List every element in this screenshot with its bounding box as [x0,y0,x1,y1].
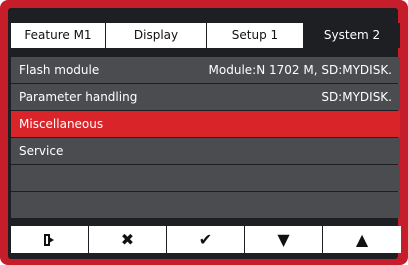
exit-icon [43,233,54,246]
tab-feature-m1[interactable]: Feature M1 [11,23,106,48]
menu-item-label: Parameter handling [19,90,138,104]
up-button[interactable]: ▲ [323,226,401,253]
menu-list: Flash module Module:N 1702 M, SD:MYDISK.… [11,57,400,219]
cancel-icon: ✖ [120,230,135,249]
menu-item-empty [11,192,400,218]
softkey-bar: ✖ ✔ ▼ ▲ [11,226,401,253]
arrow-down-icon: ▼ [277,230,290,249]
exit-button[interactable] [11,226,89,253]
menu-item-parameter-handling[interactable]: Parameter handling SD:MYDISK. [11,84,400,110]
menu-item-label: Service [19,144,64,158]
arrow-up-icon: ▲ [355,230,369,249]
menu-item-miscellaneous[interactable]: Miscellaneous [11,111,400,137]
tab-setup-1[interactable]: Setup 1 [207,23,304,48]
menu-item-label: Miscellaneous [19,117,104,131]
menu-item-empty [11,165,400,191]
menu-item-value: SD:MYDISK. [321,90,392,104]
menu-item-flash-module[interactable]: Flash module Module:N 1702 M, SD:MYDISK. [11,57,400,83]
confirm-button[interactable]: ✔ [167,226,245,253]
tab-bar: Feature M1 Display Setup 1 System 2 [11,23,400,48]
down-button[interactable]: ▼ [245,226,323,253]
menu-item-label: Flash module [19,63,100,77]
cancel-button[interactable]: ✖ [89,226,167,253]
menu-item-service[interactable]: Service [11,138,400,164]
tab-system-2[interactable]: System 2 [304,23,400,48]
menu-item-value: Module:N 1702 M, SD:MYDISK. [208,63,392,77]
tab-display[interactable]: Display [106,23,207,48]
confirm-icon: ✔ [198,230,213,249]
